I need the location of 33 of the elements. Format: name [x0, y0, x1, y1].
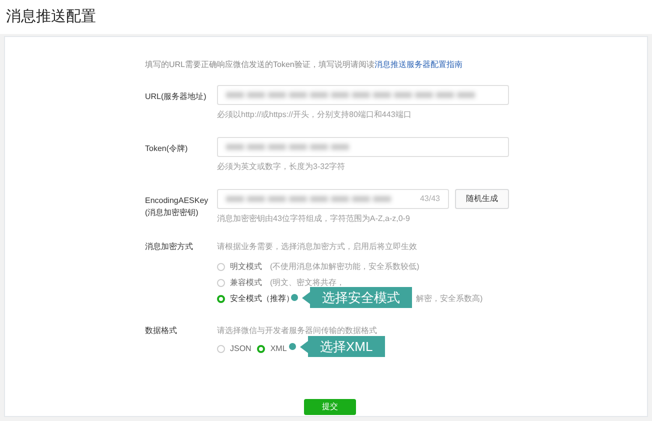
input-field[interactable]: [217, 85, 509, 105]
input-field[interactable]: [217, 137, 509, 157]
character-counter: 43/43: [420, 193, 440, 205]
section-label: 消息加密方式: [145, 241, 194, 253]
callout-label: 选择XML: [308, 336, 385, 357]
callout-label: 选择安全模式: [310, 287, 412, 308]
option-description: (明文、密文将共存，: [270, 277, 345, 289]
field-label: (消息加密密钥): [145, 207, 200, 219]
field-label: EncodingAESKey: [145, 195, 210, 207]
radio-label[interactable]: XML: [270, 343, 287, 355]
section-hint: 请根据业务需要，选择消息加密方式，启用后将立即生效: [217, 241, 418, 253]
field-label: URL(服务器地址): [145, 91, 208, 103]
radio-label[interactable]: 安全模式（推荐）: [230, 293, 294, 305]
field-hint: 必须以http://或https://开头，分别支持80端口和443端口: [217, 109, 412, 121]
guide-link[interactable]: 消息推送服务器配置指南: [374, 59, 462, 71]
section-label: 数据格式: [145, 325, 178, 337]
field-hint: 必须为英文或数字，长度为3-32字符: [217, 161, 346, 173]
radio-button[interactable]: [257, 345, 266, 353]
random-generate-button[interactable]: 随机生成: [455, 189, 509, 209]
radio-label[interactable]: 兼容模式: [230, 277, 262, 289]
radio-button[interactable]: [217, 263, 225, 271]
section-hint: 请选择微信与开发者服务器间传输的数据格式: [217, 325, 377, 337]
radio-button[interactable]: [217, 345, 225, 353]
field-label: Token(令牌): [145, 143, 189, 155]
radio-label[interactable]: 明文模式: [230, 261, 262, 273]
page-title: 消息推送配置: [6, 6, 96, 27]
radio-label[interactable]: JSON: [230, 343, 252, 355]
field-hint: 消息加密密钥由43位字符组成，字符范围为A-Z,a-z,0-9: [217, 213, 411, 225]
option-description: (不使用消息体加解密功能，安全系数较低): [270, 261, 420, 273]
option-description: 解密，安全系数高): [416, 293, 483, 305]
intro-text: 填写的URL需要正确响应微信发送的Token验证，填写说明请阅读: [145, 59, 374, 71]
radio-button[interactable]: [217, 279, 225, 287]
radio-button[interactable]: [217, 295, 225, 303]
